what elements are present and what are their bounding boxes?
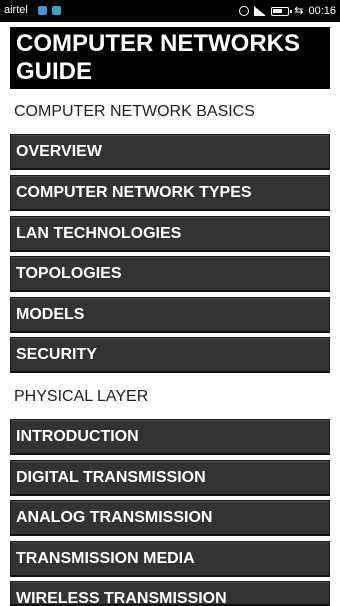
notification-icon [38, 6, 47, 15]
clock: 00:16 [308, 5, 336, 17]
menu-item-transmission-media[interactable]: TRANSMISSION MEDIA [10, 541, 330, 577]
signal-icon [254, 6, 267, 16]
battery-icon [271, 6, 293, 16]
section-header: COMPUTER NETWORK BASICS [14, 103, 255, 120]
carrier-label: airtel [4, 4, 28, 16]
menu-item-computer-network-types[interactable]: COMPUTER NETWORK TYPES [10, 175, 330, 211]
notification-icon [52, 6, 61, 15]
menu-item-lan-technologies[interactable]: LAN TECHNOLOGIES [10, 216, 330, 252]
menu-item-wireless-transmission[interactable]: WIRELESS TRANSMISSION [10, 581, 330, 606]
menu-item-digital-transmission[interactable]: DIGITAL TRANSMISSION [10, 460, 330, 496]
menu-item-overview[interactable]: OVERVIEW [10, 134, 330, 170]
alarm-icon [239, 6, 250, 16]
menu-item-analog-transmission[interactable]: ANALOG TRANSMISSION [10, 500, 330, 536]
sync-icon: ⇆ [294, 4, 304, 17]
menu-item-introduction[interactable]: INTRODUCTION [10, 419, 330, 455]
menu-item-security[interactable]: SECURITY [10, 337, 330, 373]
app-title: COMPUTER NETWORKS GUIDE [10, 27, 330, 89]
menu-item-topologies[interactable]: TOPOLOGIES [10, 256, 330, 292]
status-bar: airtel ⇆ 00:16 [0, 0, 340, 22]
section-header: PHYSICAL LAYER [14, 388, 149, 405]
menu-item-models[interactable]: MODELS [10, 297, 330, 333]
